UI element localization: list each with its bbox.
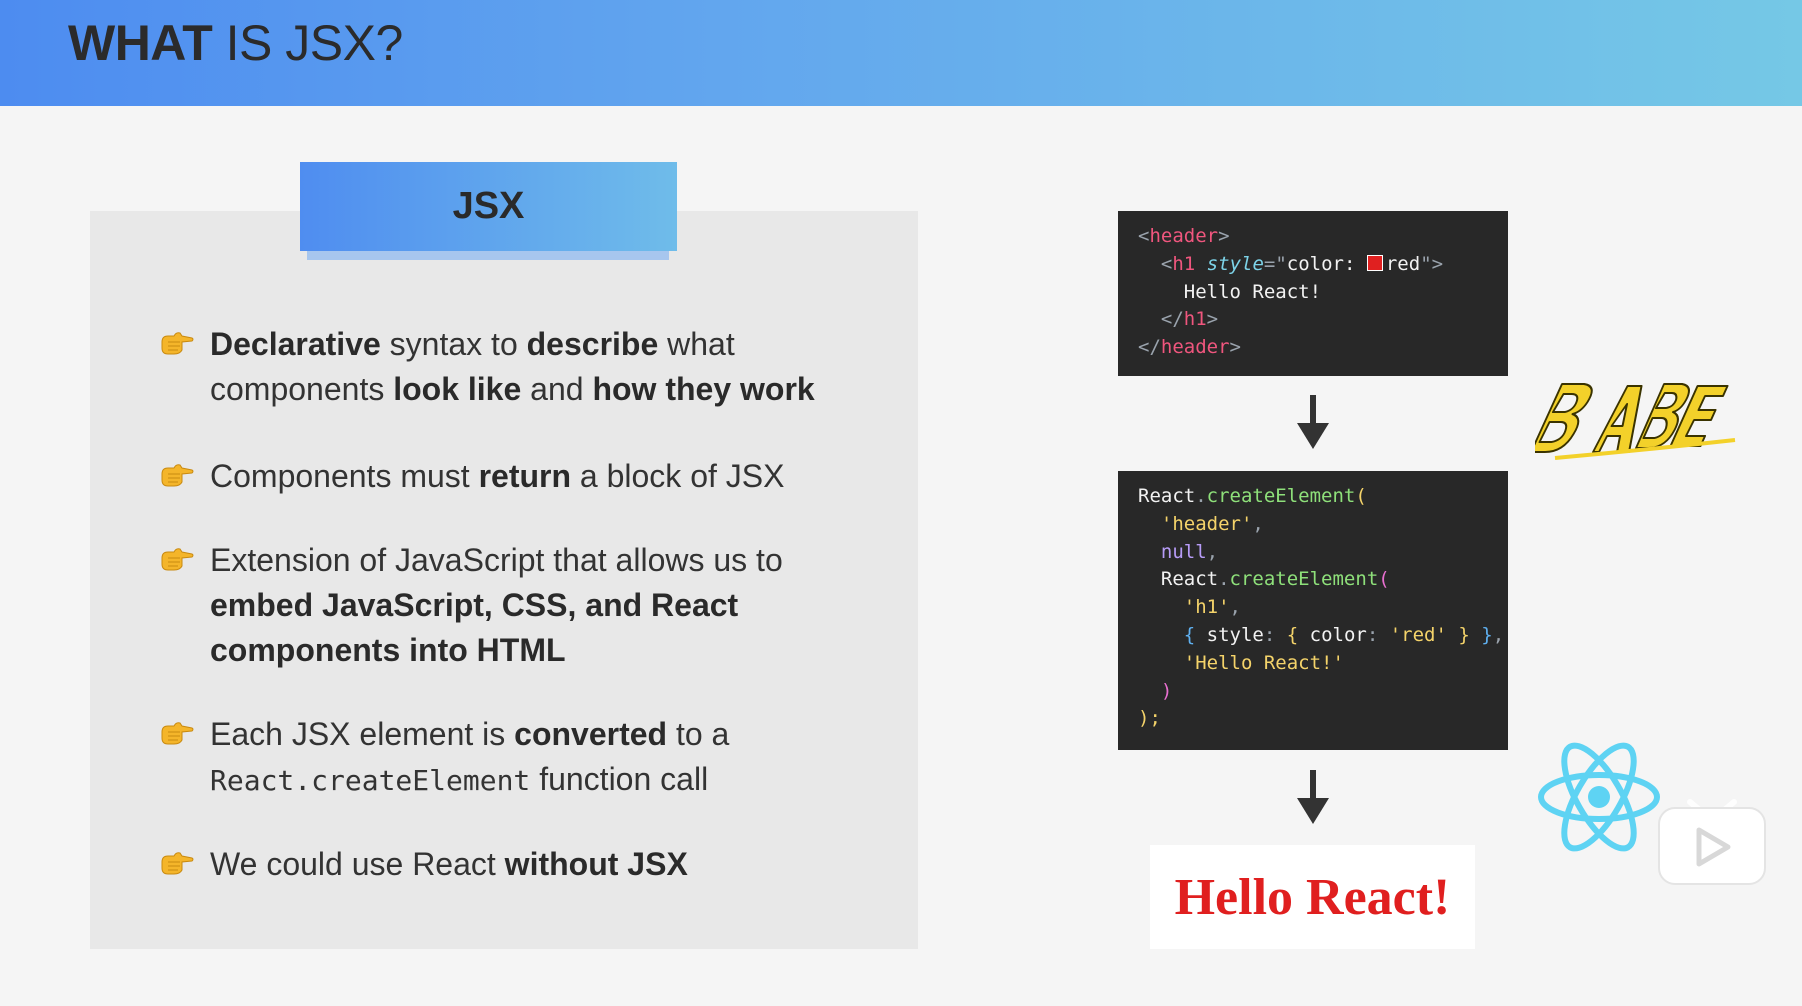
code-token: ( bbox=[1378, 568, 1390, 591]
bullet-text-part: and bbox=[521, 371, 593, 407]
babel-logo bbox=[1535, 383, 1736, 460]
code-token: ( bbox=[1355, 485, 1367, 507]
code-token: </ bbox=[1138, 336, 1161, 359]
bullet-text-part: look like bbox=[393, 371, 522, 407]
code-token: h1 bbox=[1172, 252, 1196, 275]
code-token: { bbox=[1183, 623, 1207, 646]
code-token: style bbox=[1206, 252, 1264, 275]
code-token: : bbox=[1263, 623, 1287, 646]
code-inline: React.createElement bbox=[210, 764, 531, 797]
code-token: ) bbox=[1160, 679, 1173, 702]
code-token: { bbox=[1286, 623, 1310, 646]
code-token: , bbox=[1206, 540, 1219, 563]
bullet-text: We could use React without JSX bbox=[210, 842, 870, 887]
code-token: h1 bbox=[1183, 308, 1207, 331]
bullet-text-part: converted bbox=[514, 716, 668, 752]
pointing-hand-icon bbox=[161, 548, 194, 571]
code-token: style bbox=[1206, 623, 1264, 646]
code-token: header bbox=[1160, 336, 1230, 359]
code-token: "> bbox=[1420, 252, 1444, 275]
bullet-text-part: to a bbox=[667, 716, 730, 752]
rendered-output: Hello React! bbox=[1150, 845, 1475, 949]
page-title: WHAT IS JSX? bbox=[68, 14, 403, 72]
bullet-text-part: Each JSX element is bbox=[210, 716, 515, 752]
arrow-down-icon bbox=[1297, 770, 1329, 824]
bullet-text-part: Extension of JavaScript that allows us t… bbox=[210, 542, 783, 578]
code-token: 'h1' bbox=[1183, 596, 1230, 619]
code-token: React bbox=[1138, 485, 1196, 507]
code-token: </ bbox=[1160, 308, 1184, 331]
code-token: . bbox=[1195, 485, 1207, 507]
code-token: > bbox=[1218, 225, 1230, 247]
bullet-text-part: Declarative bbox=[210, 326, 381, 362]
code-token: : bbox=[1366, 623, 1390, 646]
bullet-text-part: how they work bbox=[592, 371, 815, 407]
page-title-rest: IS JSX? bbox=[225, 15, 404, 71]
jsx-code-block: <header> <h1 style="color: red"> Hello R… bbox=[1118, 211, 1508, 376]
code-token: > bbox=[1229, 336, 1241, 359]
code-token: color bbox=[1309, 623, 1367, 646]
code-token: React bbox=[1160, 568, 1219, 591]
bullet-text: Components must return a block of JSX bbox=[210, 454, 870, 499]
code-token: 'header' bbox=[1160, 512, 1253, 535]
react-logo-icon bbox=[1538, 742, 1660, 852]
code-token: =" bbox=[1263, 252, 1287, 275]
play-button-icon[interactable] bbox=[1656, 784, 1768, 888]
code-token: 'red' bbox=[1389, 623, 1447, 646]
code-token: header bbox=[1149, 225, 1219, 247]
bullet-text-part: return bbox=[478, 458, 572, 494]
code-token: color: bbox=[1286, 252, 1367, 275]
bullet-text-part: describe bbox=[526, 326, 659, 362]
code-token: , bbox=[1252, 512, 1264, 535]
page-title-bold: WHAT bbox=[68, 15, 213, 71]
bullet-text-part: syntax to bbox=[380, 326, 527, 362]
color-swatch-icon bbox=[1366, 254, 1383, 271]
code-token: } bbox=[1469, 623, 1493, 646]
bullet-text-part: a block of JSX bbox=[571, 458, 785, 494]
pointing-hand-icon bbox=[161, 852, 194, 875]
code-token: Hello React! bbox=[1183, 280, 1322, 303]
code-token: , bbox=[1492, 623, 1505, 646]
code-token: . bbox=[1218, 568, 1230, 591]
code-token: , bbox=[1229, 596, 1241, 619]
title-bar: WHAT IS JSX? bbox=[0, 0, 1802, 106]
pointing-hand-icon bbox=[161, 464, 194, 487]
code-token: null bbox=[1160, 540, 1207, 563]
bullet-text-part: We could use React bbox=[210, 846, 505, 882]
bullet-text: Declarative syntax to describe what comp… bbox=[210, 322, 870, 412]
code-token: > bbox=[1206, 308, 1219, 331]
bullet-text-part: Components must bbox=[210, 458, 479, 494]
code-token: < bbox=[1160, 252, 1173, 275]
bullet-text-part: without JSX bbox=[504, 846, 688, 882]
code-token: createElement bbox=[1229, 568, 1379, 591]
bullet-text: Extension of JavaScript that allows us t… bbox=[210, 538, 870, 673]
pointing-hand-icon bbox=[161, 722, 194, 745]
pointing-hand-icon bbox=[161, 332, 194, 355]
code-token: red bbox=[1385, 252, 1421, 275]
code-token: createElement bbox=[1206, 485, 1356, 507]
jsx-tag: JSX bbox=[300, 162, 677, 251]
arrow-down-icon bbox=[1297, 395, 1329, 449]
bullet-text-part: embed JavaScript, CSS, and React compone… bbox=[210, 587, 739, 668]
js-code-block: React.createElement( 'header', null, Rea… bbox=[1118, 471, 1508, 750]
bullet-text: Each JSX element is converted to a React… bbox=[210, 712, 870, 803]
code-token: ); bbox=[1138, 707, 1161, 730]
code-token: 'Hello React!' bbox=[1183, 651, 1344, 674]
bullet-text-part: function call bbox=[530, 761, 709, 797]
code-token: } bbox=[1446, 623, 1470, 646]
code-token: < bbox=[1138, 225, 1150, 247]
